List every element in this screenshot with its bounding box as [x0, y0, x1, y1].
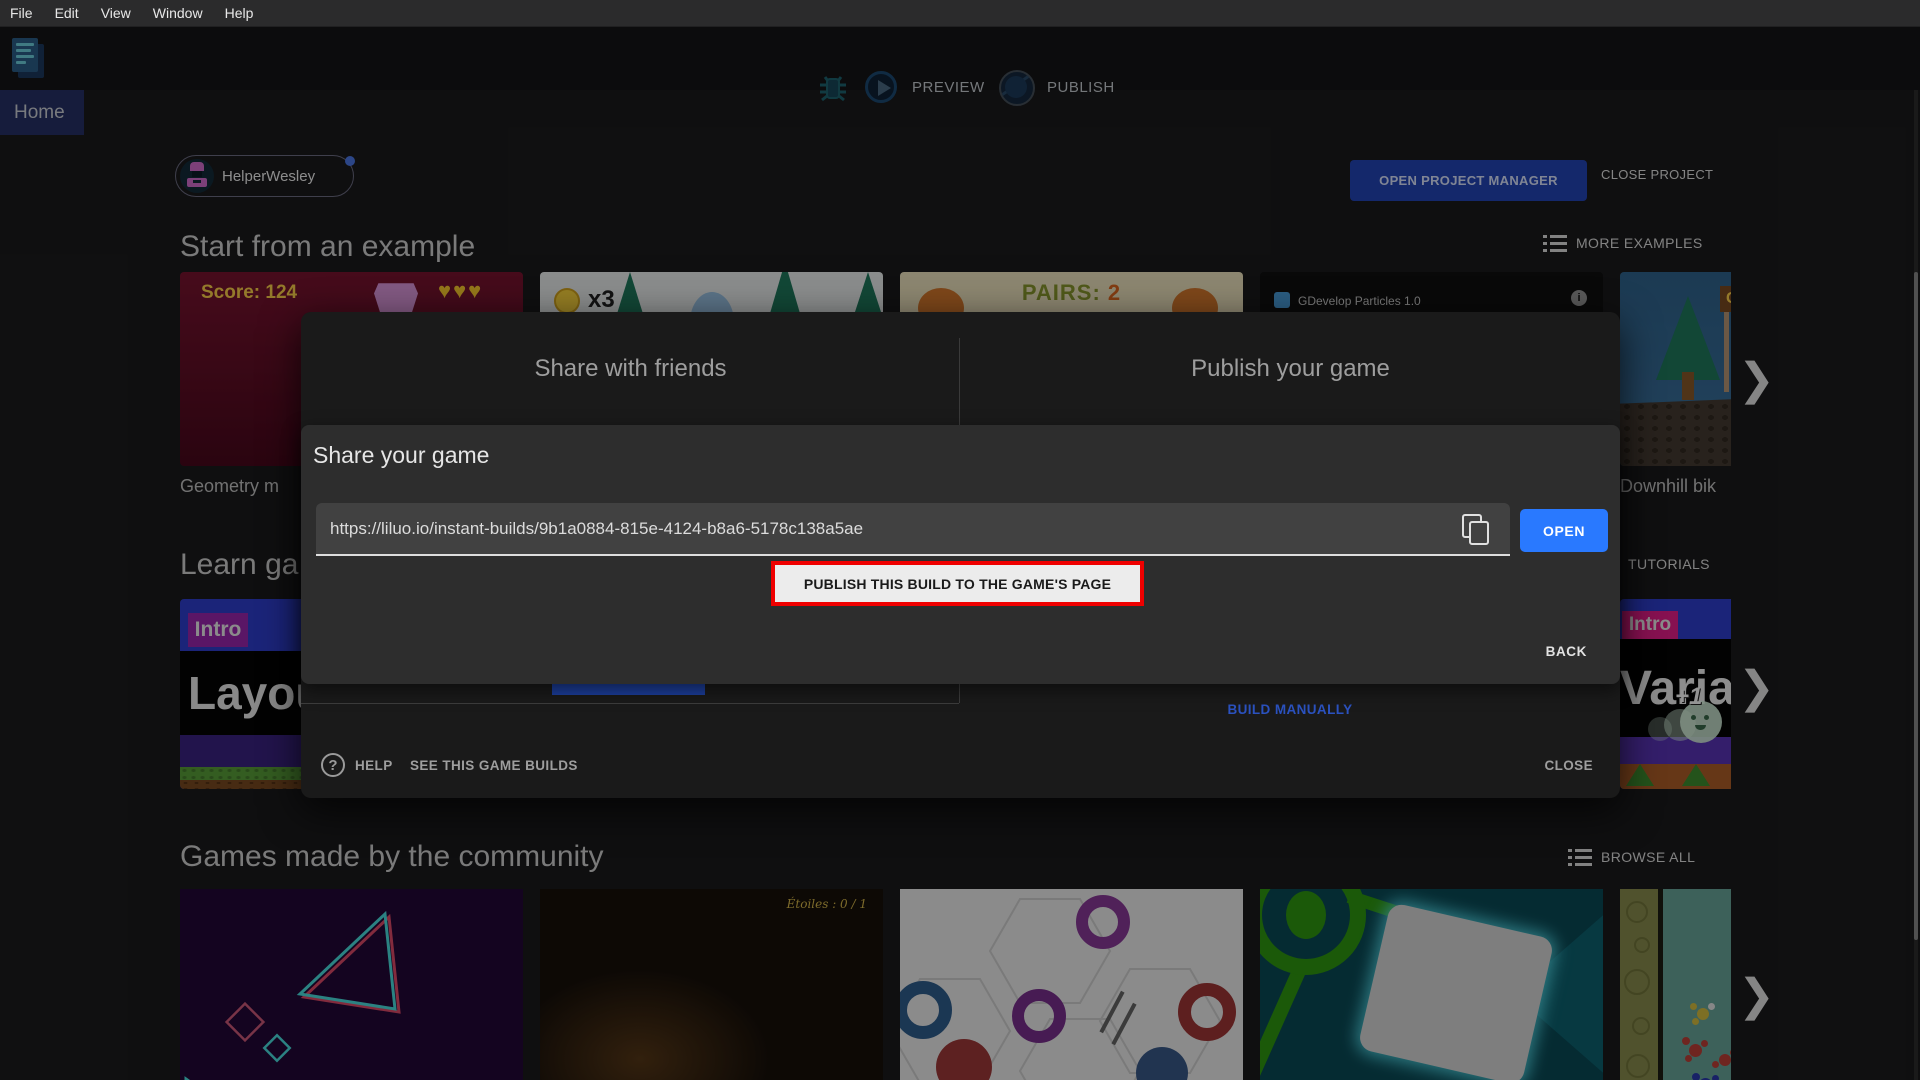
- section-publish-your-game: Publish your game: [1191, 354, 1390, 382]
- highlight-red-box: PUBLISH THIS BUILD TO THE GAME'S PAGE: [771, 561, 1144, 606]
- menu-bar: File Edit View Window Help: [0, 0, 1920, 27]
- menu-window[interactable]: Window: [153, 5, 203, 21]
- close-dialog-button[interactable]: CLOSE: [1544, 758, 1593, 773]
- gdevelop-window: PREVIEW PUBLISH Home HelperWesley OPEN P…: [0, 0, 1920, 1080]
- help-link[interactable]: HELP: [355, 758, 393, 773]
- share-your-game-panel: Share your game https://liluo.io/instant…: [301, 425, 1620, 684]
- menu-help[interactable]: Help: [225, 5, 254, 21]
- build-url-value: https://liluo.io/instant-builds/9b1a0884…: [330, 519, 864, 538]
- generate-link-button-partial[interactable]: [552, 684, 705, 695]
- section-share-with-friends: Share with friends: [534, 354, 727, 382]
- copy-icon[interactable]: [1460, 514, 1494, 546]
- open-build-button[interactable]: OPEN: [1520, 509, 1608, 552]
- panel-title: Share your game: [313, 442, 490, 468]
- menu-edit[interactable]: Edit: [55, 5, 79, 21]
- menu-file[interactable]: File: [10, 5, 33, 21]
- divider: [959, 684, 960, 703]
- back-button[interactable]: BACK: [1546, 644, 1587, 659]
- see-game-builds-link[interactable]: SEE THIS GAME BUILDS: [410, 758, 578, 773]
- menu-view[interactable]: View: [101, 5, 131, 21]
- help-icon[interactable]: ?: [321, 753, 345, 777]
- divider: [301, 703, 959, 704]
- publish-build-button[interactable]: PUBLISH THIS BUILD TO THE GAME'S PAGE: [804, 576, 1111, 592]
- section-divider: [959, 338, 960, 425]
- build-url-field[interactable]: https://liluo.io/instant-builds/9b1a0884…: [316, 503, 1510, 556]
- build-manually-link[interactable]: BUILD MANUALLY: [960, 702, 1620, 717]
